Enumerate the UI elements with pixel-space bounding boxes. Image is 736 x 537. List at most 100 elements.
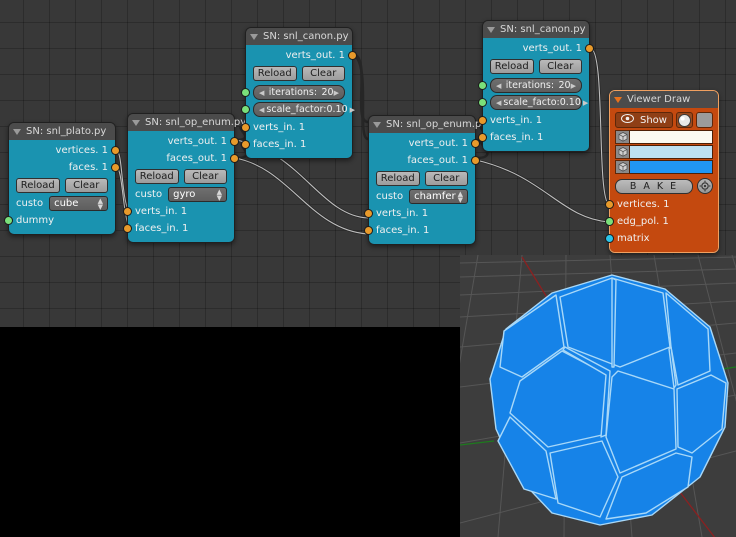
node-op_enum_chamfer[interactable]: SN: snl_op_enum.py verts_out. 1 faces_out.… (364, 115, 487, 245)
node-viewer-draw[interactable]: Viewer Draw Show B A K E vertices. 1 edg_pol… (605, 90, 719, 253)
socket-input-orange (123, 207, 132, 216)
prop-slider-0[interactable]: ◀ iterations: 20 ▶ (253, 85, 345, 100)
output-socket-row[interactable]: faces. 1 (9, 159, 120, 176)
output-label: verts_out. 1 (522, 43, 582, 54)
collapse-triangle-icon[interactable] (132, 119, 140, 126)
output-socket-row[interactable]: verts_out. 1 (369, 135, 480, 152)
color-swatch-2[interactable] (629, 160, 713, 174)
node-header-canon1[interactable]: SN: snl_canon.py (246, 28, 352, 45)
cube-icon[interactable] (615, 130, 629, 144)
chevron-left-icon[interactable]: ◀ (496, 79, 501, 93)
prop-slider-1[interactable]: ◀ scale_facto:0.10 ▶ (490, 95, 588, 110)
collapse-triangle-icon[interactable] (13, 128, 21, 135)
node-plato[interactable]: SN: snl_plato.py vertices. 1 faces. 1 Reloa… (4, 122, 120, 235)
cube-icon[interactable] (615, 145, 629, 159)
socket-input-green (241, 88, 250, 97)
color-swatch-0[interactable] (629, 130, 713, 144)
collapse-triangle-icon[interactable] (250, 33, 258, 40)
chevron-right-icon[interactable]: ▶ (571, 79, 576, 93)
node-title: SN: snl_op_enum.py (386, 119, 488, 130)
node-header-op_enum_chamfer[interactable]: SN: snl_op_enum.py (369, 116, 487, 133)
node-header-viewer-draw[interactable]: Viewer Draw (610, 91, 718, 108)
output-label: faces_out. 1 (166, 153, 227, 164)
enum-dropdown[interactable]: gyro ▲ ▼ (168, 187, 227, 202)
collapse-triangle-icon[interactable] (614, 96, 622, 103)
output-socket-row[interactable]: faces_out. 1 (369, 152, 480, 169)
input-socket-row[interactable]: edg_pol. 1 (605, 213, 718, 230)
output-socket-row[interactable]: verts_out. 1 (246, 47, 357, 64)
output-socket-row[interactable]: verts_out. 1 (128, 133, 239, 150)
input-socket-row[interactable]: verts_in. 1 (364, 205, 475, 222)
chevron-left-icon[interactable]: ◀ (496, 96, 501, 110)
chevron-right-icon[interactable]: ▶ (334, 86, 339, 100)
reload-button[interactable]: Reload (253, 66, 297, 81)
reload-button[interactable]: Reload (16, 178, 60, 193)
color-swatch-row[interactable] (610, 160, 718, 175)
node-canon1[interactable]: SN: snl_canon.py verts_out. 1 Reload Clear ◀… (241, 27, 357, 159)
reload-button[interactable]: Reload (135, 169, 179, 184)
socket-input-green (605, 217, 614, 226)
clear-button[interactable]: Clear (301, 66, 345, 81)
input-socket-row[interactable]: vertices. 1 (605, 196, 718, 213)
updown-arrows-icon[interactable]: ▲ ▼ (458, 190, 463, 203)
clear-button[interactable]: Clear (183, 169, 227, 184)
color-swatch-row[interactable] (610, 130, 718, 145)
output-label: faces_out. 1 (407, 155, 468, 166)
chevron-right-icon[interactable]: ▶ (350, 103, 355, 117)
input-socket-row[interactable]: dummy (4, 212, 115, 229)
output-socket-row[interactable]: vertices. 1 (9, 142, 120, 159)
gear-icon[interactable] (697, 178, 713, 194)
node-body-op_enum_gyro: verts_out. 1 faces_out. 1 Reload Clear custo… (123, 131, 239, 242)
input-socket-row[interactable]: faces_in. 1 (478, 129, 589, 146)
clear-button[interactable]: Clear (64, 178, 108, 193)
node-header-plato[interactable]: SN: snl_plato.py (9, 123, 115, 140)
input-socket-row[interactable]: matrix (605, 230, 718, 247)
enum-dropdown[interactable]: cube ▲ ▼ (49, 196, 108, 211)
prop-slider-0[interactable]: ◀ iterations: 20 ▶ (490, 78, 582, 93)
input-socket-row[interactable]: faces_in. 1 (364, 222, 475, 239)
3d-viewport[interactable] (460, 255, 736, 537)
clear-button[interactable]: Clear (424, 171, 468, 186)
socket-input-green (478, 81, 487, 90)
input-label: verts_in. 1 (135, 206, 188, 217)
bake-button[interactable]: B A K E (615, 178, 693, 194)
updown-arrows-icon[interactable]: ▲ ▼ (217, 188, 222, 201)
prop-wrap: ◀ scale_facto:0.10 ▶ (478, 95, 589, 110)
button-row: Reload Clear (246, 64, 352, 83)
node-header-canon2[interactable]: SN: snl_canon.py (483, 21, 589, 38)
sphere-toggle-icon[interactable] (676, 112, 693, 128)
input-socket-row[interactable]: faces_in. 1 (123, 220, 234, 237)
chevron-left-icon[interactable]: ◀ (259, 86, 264, 100)
chevron-left-icon[interactable]: ◀ (259, 103, 264, 117)
output-socket-row[interactable]: verts_out. 1 (483, 40, 594, 57)
node-canon2[interactable]: SN: snl_canon.py verts_out. 1 Reload Clear ◀… (478, 20, 594, 152)
node-header-op_enum_gyro[interactable]: SN: snl_op_enum.py (128, 114, 246, 131)
input-socket-row[interactable]: verts_in. 1 (478, 112, 589, 129)
show-toggle-button[interactable]: Show (615, 112, 673, 128)
updown-arrows-icon[interactable]: ▲ ▼ (98, 197, 103, 210)
node-body-viewer-draw: Show B A K E vertices. 1 edg_pol. 1 matrix (605, 108, 718, 252)
input-socket-row[interactable]: faces_in. 1 (241, 136, 352, 153)
input-label: verts_in. 1 (376, 208, 429, 219)
collapse-triangle-icon[interactable] (487, 26, 495, 33)
enum-dropdown[interactable]: chamfer ▲ ▼ (409, 189, 468, 204)
color-swatch-1[interactable] (629, 145, 713, 159)
node-op_enum_gyro[interactable]: SN: snl_op_enum.py verts_out. 1 faces_out.… (123, 113, 246, 243)
reload-button[interactable]: Reload (376, 171, 420, 186)
output-socket-row[interactable]: faces_out. 1 (128, 150, 239, 167)
cube-icon[interactable] (615, 160, 629, 174)
color-swatch-row[interactable] (610, 145, 718, 160)
input-socket-row[interactable]: verts_in. 1 (123, 203, 234, 220)
input-label: dummy (16, 215, 55, 226)
square-toggle-button[interactable] (696, 112, 713, 128)
collapse-triangle-icon[interactable] (373, 121, 381, 128)
prop-slider-1[interactable]: ◀ scale_factor:0.10 ▶ (253, 102, 355, 117)
reload-button[interactable]: Reload (490, 59, 534, 74)
prop-name: scale_factor:0.10 (266, 103, 348, 115)
input-socket-row[interactable]: verts_in. 1 (241, 119, 352, 136)
socket-input-green (4, 216, 13, 225)
chevron-right-icon[interactable]: ▶ (583, 96, 588, 110)
button-row: Reload Clear (128, 167, 234, 186)
clear-button[interactable]: Clear (538, 59, 582, 74)
node-title: SN: snl_canon.py (500, 24, 586, 35)
